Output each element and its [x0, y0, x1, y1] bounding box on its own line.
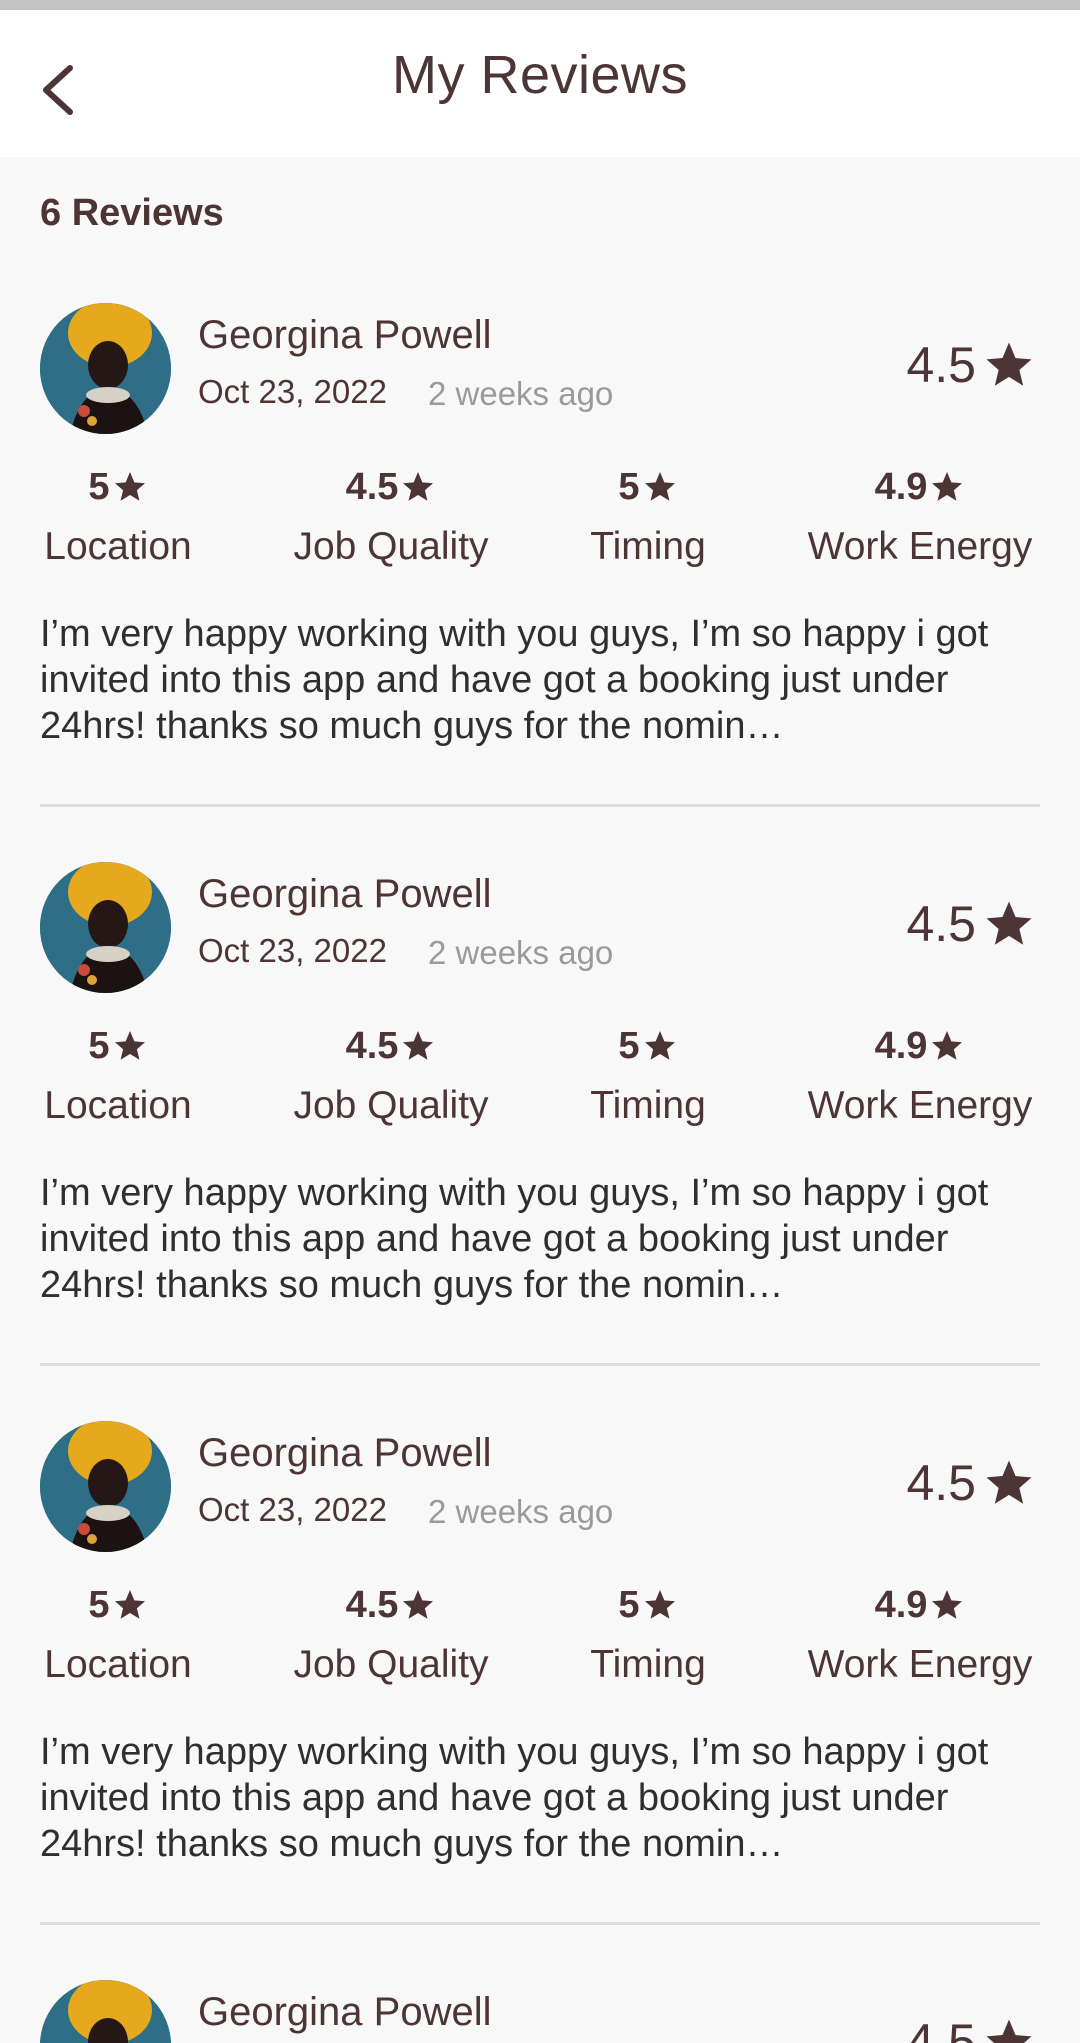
rating-location-label: Location	[44, 525, 192, 568]
overall-rating-value: 4.5	[906, 337, 976, 393]
rating-timing-value: 5	[618, 1024, 640, 1067]
rating-job-quality-label: Job Quality	[293, 525, 489, 568]
avatar-image	[40, 1980, 171, 2043]
rating-timing-value: 5	[618, 465, 640, 508]
rating-location-label: Location	[44, 1084, 192, 1127]
header: My Reviews	[0, 10, 1080, 157]
star-icon	[932, 1031, 963, 1060]
review-date: Oct 23, 2022	[198, 932, 387, 969]
rating-work-energy: 4.9 Work Energy	[800, 1581, 1040, 1687]
star-icon	[403, 1590, 434, 1619]
avatar[interactable]	[40, 862, 171, 993]
rating-location: 5 Location	[40, 1581, 196, 1687]
avatar[interactable]	[40, 303, 171, 434]
star-icon	[986, 901, 1032, 945]
review-text: I’m very happy working with you guys, I’…	[40, 1172, 989, 1306]
overall-rating: 4.5	[906, 894, 1036, 954]
star-icon	[403, 1031, 434, 1060]
review-count: 6 Reviews	[40, 192, 224, 234]
divider	[40, 1363, 1040, 1366]
avatar-image	[40, 862, 171, 993]
star-icon	[932, 1590, 963, 1619]
rating-work-energy-value: 4.9	[874, 1583, 928, 1626]
rating-work-energy-label: Work Energy	[807, 1084, 1033, 1127]
divider	[40, 804, 1040, 807]
rating-location-value: 5	[88, 1583, 110, 1626]
reviewer-name: Georgina Powell	[198, 1990, 492, 2034]
review-text: I’m very happy working with you guys, I’…	[40, 1731, 989, 1865]
rating-location-label: Location	[44, 1643, 192, 1686]
rating-job-quality: 4.5 Job Quality	[284, 1581, 498, 1687]
star-icon	[986, 2019, 1032, 2043]
star-icon	[644, 1031, 675, 1060]
review-relative-time: 2 weeks ago	[428, 1493, 614, 1530]
divider	[40, 1922, 1040, 1925]
review-card[interactable]: Georgina Powell Oct 23, 2022 2 weeks ago…	[0, 862, 1080, 1421]
rating-job-quality-value: 4.5	[345, 465, 399, 508]
rating-work-energy-value: 4.9	[874, 1024, 928, 1067]
rating-timing-value: 5	[618, 1583, 640, 1626]
rating-location-value: 5	[88, 1024, 110, 1067]
star-icon	[403, 472, 434, 501]
review-relative-time: 2 weeks ago	[428, 934, 614, 971]
rating-job-quality-value: 4.5	[345, 1583, 399, 1626]
rating-job-quality: 4.5 Job Quality	[284, 463, 498, 569]
star-icon	[644, 472, 675, 501]
rating-location: 5 Location	[40, 1022, 196, 1128]
avatar-image	[40, 303, 171, 434]
rating-work-energy: 4.9 Work Energy	[800, 463, 1040, 569]
overall-rating: 4.5	[906, 1453, 1036, 1513]
review-card[interactable]: Georgina Powell Oct 23, 2022 2 weeks ago…	[0, 1421, 1080, 1980]
review-relative-time: 2 weeks ago	[428, 375, 614, 412]
rating-work-energy-value: 4.9	[874, 465, 928, 508]
overall-rating-value: 4.5	[906, 2014, 976, 2043]
star-icon	[986, 342, 1032, 386]
star-icon	[986, 1460, 1032, 1504]
review-card[interactable]: Georgina Powell Oct 23, 2022 2 weeks ago…	[0, 303, 1080, 862]
rating-location-value: 5	[88, 465, 110, 508]
rating-job-quality-label: Job Quality	[293, 1084, 489, 1127]
page-title: My Reviews	[391, 45, 689, 105]
rating-timing-label: Timing	[590, 1643, 706, 1686]
review-date: Oct 23, 2022	[198, 373, 387, 410]
reviewer-name: Georgina Powell	[198, 872, 492, 916]
rating-timing: 5 Timing	[584, 1022, 712, 1128]
rating-job-quality-value: 4.5	[345, 1024, 399, 1067]
review-text: I’m very happy working with you guys, I’…	[40, 613, 989, 747]
rating-timing: 5 Timing	[584, 1581, 712, 1687]
rating-timing-label: Timing	[590, 1084, 706, 1127]
star-icon	[932, 472, 963, 501]
avatar[interactable]	[40, 1980, 171, 2043]
overall-rating: 4.5	[906, 2012, 1036, 2043]
star-icon	[114, 472, 145, 501]
star-icon	[114, 1031, 145, 1060]
overall-rating: 4.5	[906, 335, 1036, 395]
rating-work-energy: 4.9 Work Energy	[800, 1022, 1040, 1128]
avatar[interactable]	[40, 1421, 171, 1552]
rating-location: 5 Location	[40, 463, 196, 569]
status-bar-strip	[0, 0, 1080, 10]
reviewer-name: Georgina Powell	[198, 1431, 492, 1475]
star-icon	[114, 1590, 145, 1619]
review-date: Oct 23, 2022	[198, 1491, 387, 1528]
rating-work-energy-label: Work Energy	[807, 525, 1033, 568]
rating-timing-label: Timing	[590, 525, 706, 568]
rating-timing: 5 Timing	[584, 463, 712, 569]
star-icon	[644, 1590, 675, 1619]
avatar-image	[40, 1421, 171, 1552]
rating-job-quality: 4.5 Job Quality	[284, 1022, 498, 1128]
rating-work-energy-label: Work Energy	[807, 1643, 1033, 1686]
overall-rating-value: 4.5	[906, 896, 976, 952]
overall-rating-value: 4.5	[906, 1455, 976, 1511]
review-card[interactable]: Georgina Powell 4.5	[0, 1980, 1080, 2043]
reviewer-name: Georgina Powell	[198, 313, 492, 357]
rating-job-quality-label: Job Quality	[293, 1643, 489, 1686]
